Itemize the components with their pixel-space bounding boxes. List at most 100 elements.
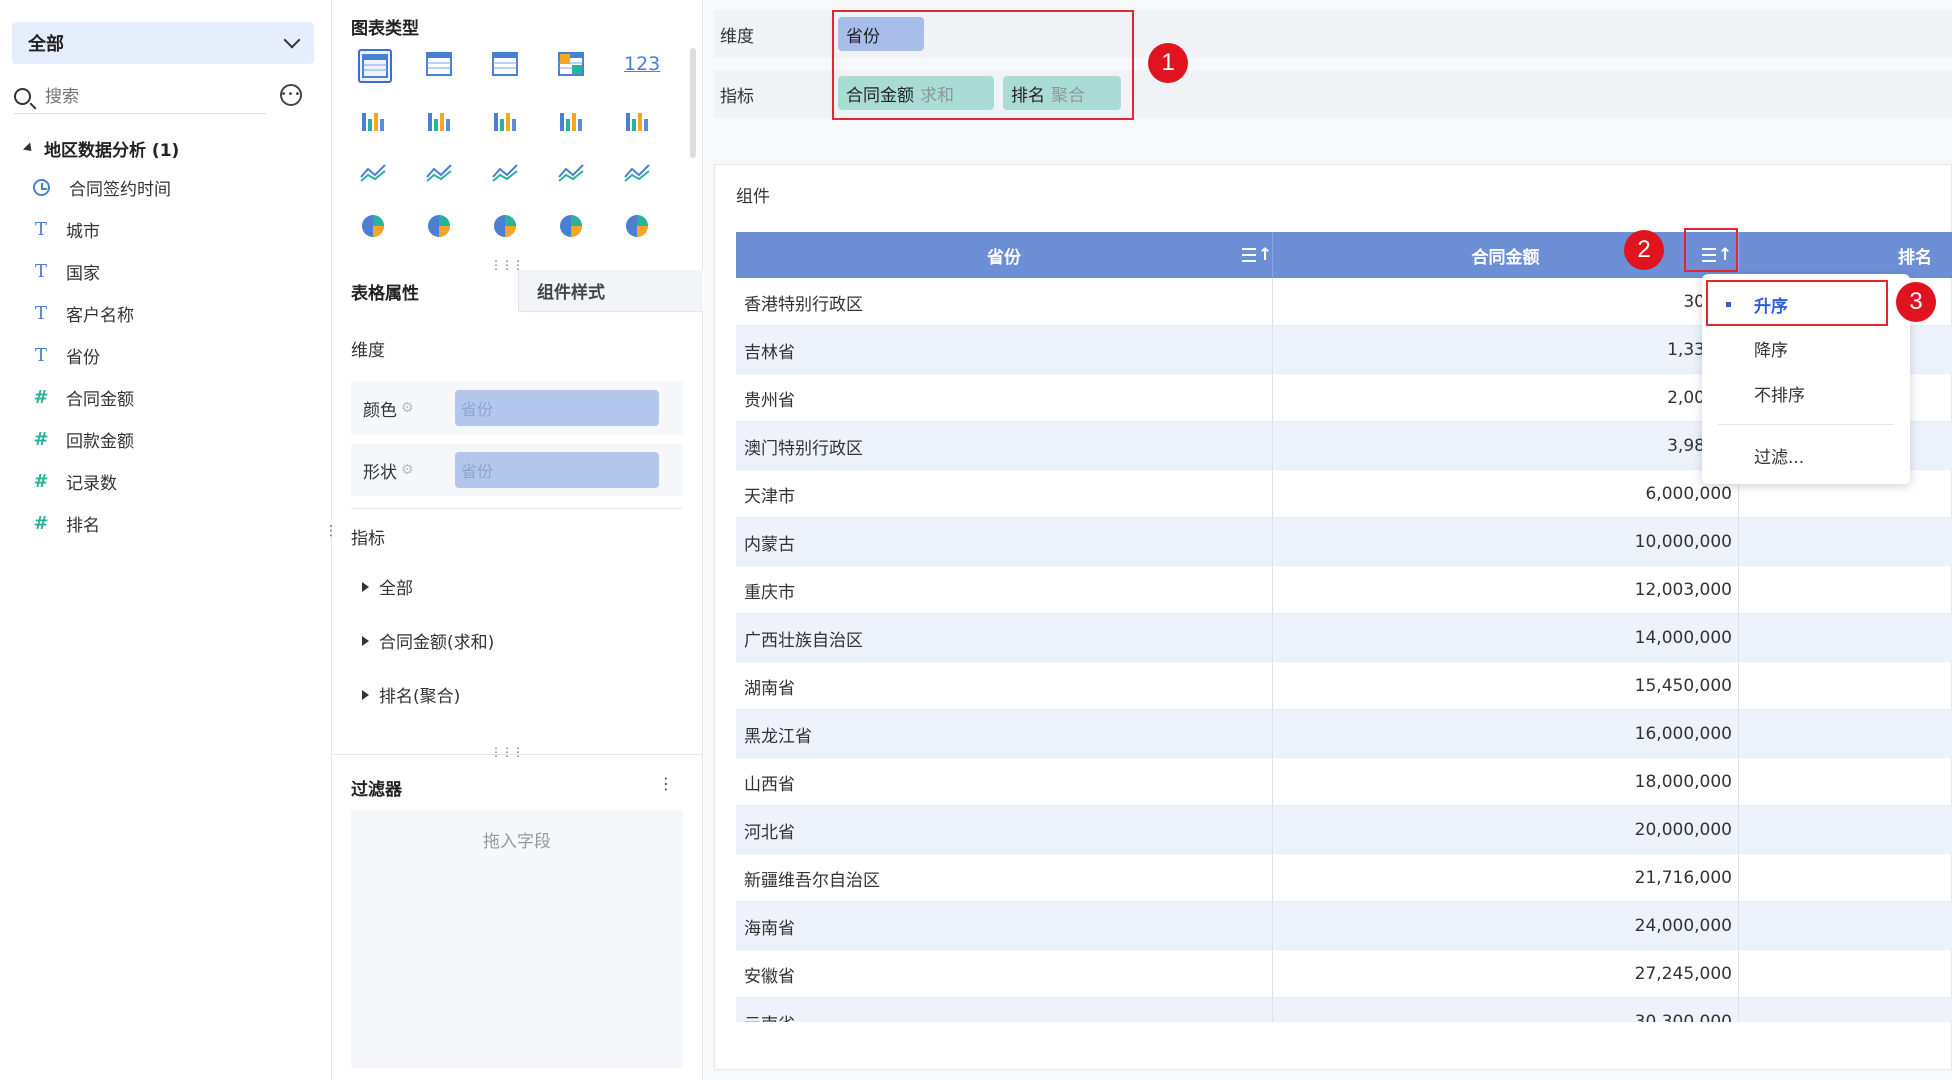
field-label: 城市: [66, 221, 100, 242]
radar-icon[interactable]: [490, 157, 524, 191]
cell-amount: 3,980,8: [1667, 436, 1732, 456]
sort-icon[interactable]: ↑: [1242, 245, 1272, 265]
expand-arrow-icon: [362, 581, 369, 592]
kpi-label: 123: [624, 53, 661, 75]
grouped-bar-icon[interactable]: [424, 103, 458, 137]
field-label: 记录数: [66, 473, 117, 494]
table-row[interactable]: 安徽省 27,245,000: [736, 950, 1952, 998]
header-province[interactable]: 省份: [736, 232, 1273, 278]
table-row[interactable]: 云南省 30,300,000: [736, 998, 1952, 1022]
menu-item-no-sort[interactable]: 不排序: [1702, 373, 1910, 413]
horizontal-bar-icon[interactable]: [556, 103, 590, 137]
search-icon: [14, 88, 31, 105]
radar-line-icon[interactable]: [424, 157, 458, 191]
table-row[interactable]: 内蒙古 10,000,000: [736, 518, 1952, 566]
cell-province: 吉林省: [744, 342, 795, 363]
menu-item-descending[interactable]: 降序: [1702, 328, 1910, 368]
count-type-icon: #: [33, 470, 49, 492]
line-icon[interactable]: [358, 157, 392, 191]
field-item[interactable]: 合同签约时间: [30, 172, 171, 202]
field-item[interactable]: T 省份: [30, 340, 100, 370]
column-divider: [1738, 806, 1739, 854]
rose-pie-icon[interactable]: [424, 211, 458, 245]
expand-arrow-icon: [362, 689, 369, 700]
field-item[interactable]: # 记录数: [30, 466, 117, 496]
annotation-badge-2: 2: [1624, 230, 1664, 270]
column-divider: [1738, 902, 1739, 950]
tab-component-style[interactable]: 组件样式: [518, 270, 703, 312]
cell-province: 广西壮族自治区: [744, 630, 863, 651]
detail-table-icon[interactable]: [490, 49, 524, 83]
field-item[interactable]: # 回款金额: [30, 424, 134, 454]
table-row[interactable]: 重庆市 12,003,000: [736, 566, 1952, 614]
column-icon[interactable]: [490, 103, 524, 137]
field-item[interactable]: # 合同金额: [30, 382, 134, 412]
gauge-icon[interactable]: [622, 157, 656, 191]
cell-province: 天津市: [744, 486, 795, 507]
table-row[interactable]: 黑龙江省 16,000,000: [736, 710, 1952, 758]
field-item[interactable]: T 客户名称: [30, 298, 134, 328]
stacked-bar-icon[interactable]: [358, 103, 392, 137]
search-input[interactable]: [45, 86, 245, 107]
gear-icon[interactable]: ⚙: [401, 400, 414, 416]
header-amount[interactable]: 合同金额: [1273, 232, 1739, 278]
pie-icon[interactable]: [358, 211, 392, 245]
field-item[interactable]: # 排名: [30, 508, 100, 538]
calc-field-icon: #: [33, 512, 49, 534]
dataset-tree-title: 地区数据分析 (1): [44, 141, 180, 161]
gear-icon[interactable]: ⚙: [401, 462, 414, 478]
chart-type-scrollbar[interactable]: [690, 48, 696, 158]
multi-block-icon[interactable]: [556, 49, 590, 83]
column-divider: [1738, 614, 1739, 662]
metric-tree-item[interactable]: 全部: [362, 574, 413, 599]
waterfall-icon[interactable]: [622, 103, 656, 137]
tab-label: 表格属性: [351, 283, 419, 304]
cell-amount: 30,300,000: [1634, 1012, 1732, 1022]
more-options-icon[interactable]: •••: [280, 84, 302, 106]
cell-amount: 24,000,000: [1634, 916, 1732, 936]
tab-table-attributes[interactable]: 表格属性: [333, 270, 518, 312]
header-rank[interactable]: 排名: [1739, 232, 1952, 278]
cell-province: 海南省: [744, 918, 795, 939]
table-row[interactable]: 河北省 20,000,000: [736, 806, 1952, 854]
metric-tree-item[interactable]: 排名(聚合): [362, 682, 460, 707]
menu-item-filter[interactable]: 过滤...: [1702, 435, 1910, 475]
resize-handle-icon[interactable]: ⋮⋮⋮: [490, 745, 524, 759]
color-field-slot[interactable]: 省份: [455, 390, 659, 426]
scatter-icon[interactable]: [556, 211, 590, 245]
cell-amount: 20,000,000: [1634, 820, 1732, 840]
column-divider: [1738, 566, 1739, 614]
cross-table-icon[interactable]: [424, 49, 458, 83]
table-row[interactable]: 湖南省 15,450,000: [736, 662, 1952, 710]
field-item[interactable]: T 城市: [30, 214, 100, 244]
bubble-icon[interactable]: [622, 211, 656, 245]
metric-bar-label: 指标: [720, 86, 754, 107]
header-label: 合同金额: [1471, 247, 1540, 268]
table-row[interactable]: 广西壮族自治区 14,000,000: [736, 614, 1952, 662]
cell-amount: 16,000,000: [1634, 724, 1732, 744]
dataset-select[interactable]: 全部: [12, 22, 314, 64]
area-icon[interactable]: [556, 157, 590, 191]
cell-province: 新疆维吾尔自治区: [744, 870, 880, 891]
component-title: 组件: [736, 187, 770, 207]
number-type-icon: #: [33, 428, 49, 450]
filter-more-icon[interactable]: ⋮: [658, 774, 674, 793]
metric-tree-item[interactable]: 合同金额(求和): [362, 628, 494, 653]
field-item[interactable]: T 国家: [30, 256, 100, 286]
menu-item-label: 不排序: [1754, 385, 1805, 406]
dataset-tree-node[interactable]: 地区数据分析 (1): [22, 136, 180, 161]
cell-amount: 21,716,000: [1634, 868, 1732, 888]
table-row[interactable]: 山西省 18,000,000: [736, 758, 1952, 806]
field-label: 合同金额: [66, 389, 134, 410]
shape-field-slot[interactable]: 省份: [455, 452, 659, 488]
table-row[interactable]: 新疆维吾尔自治区 21,716,000: [736, 854, 1952, 902]
kpi-number-icon[interactable]: 123: [622, 49, 660, 83]
cell-amount: 1,330,0: [1667, 340, 1732, 360]
table-icon[interactable]: [358, 49, 392, 83]
field-label: 省份: [66, 347, 100, 368]
table-row[interactable]: 海南省 24,000,000: [736, 902, 1952, 950]
filter-placeholder: 拖入字段: [483, 832, 551, 852]
filter-title: 过滤器: [351, 780, 402, 800]
text-type-icon: T: [34, 302, 47, 324]
donut-icon[interactable]: [490, 211, 524, 245]
